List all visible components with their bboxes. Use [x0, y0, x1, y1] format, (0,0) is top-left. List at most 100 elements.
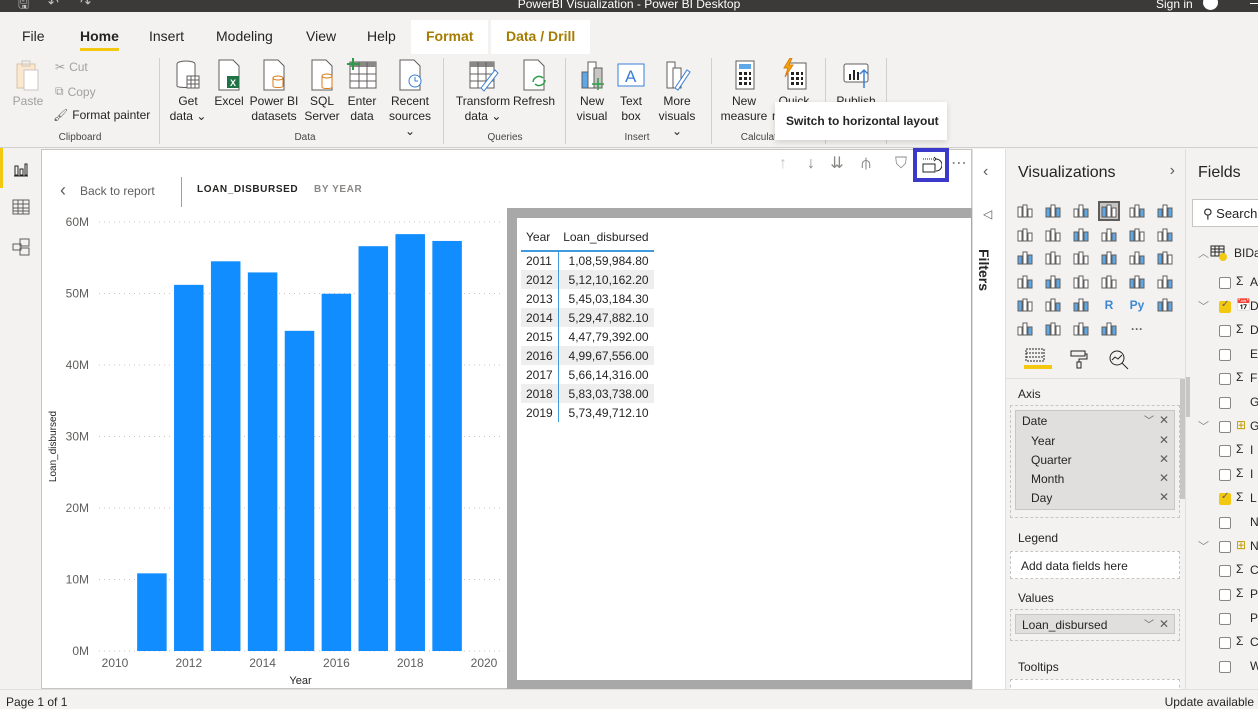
donut-visual-icon[interactable] — [1126, 248, 1148, 268]
legend-well[interactable]: Add data fields here — [1010, 551, 1180, 579]
multi-row-card-visual-icon[interactable] — [1126, 272, 1148, 292]
copy-button[interactable]: ⧉ Copy — [55, 84, 96, 99]
new-visual-button[interactable]: New visual — [574, 58, 610, 124]
chevron-up-icon[interactable]: ︿ — [1198, 245, 1209, 261]
waterfall-visual-icon[interactable] — [1014, 248, 1036, 268]
analytics-icon[interactable] — [1108, 349, 1130, 376]
chevron-down-icon[interactable]: ﹀ — [1144, 412, 1154, 427]
matrix-visual-icon[interactable] — [1070, 295, 1092, 315]
field-row[interactable]: ΣF — [1186, 369, 1258, 389]
area-visual-icon[interactable] — [1042, 225, 1064, 245]
field-row[interactable]: ΣI — [1186, 441, 1258, 461]
smart-narrative-visual-icon[interactable] — [1070, 319, 1092, 339]
chevron-right-icon[interactable]: › — [1170, 162, 1175, 180]
axis-subfield-quarter[interactable]: Quarter ✕ — [1016, 450, 1174, 469]
sql-server-button[interactable]: SQL Server — [303, 58, 341, 124]
update-available-link[interactable]: Update available — [1165, 695, 1254, 709]
field-checkbox[interactable] — [1219, 517, 1231, 529]
chevron-down-icon[interactable]: ﹀ — [1198, 538, 1209, 554]
field-row[interactable]: ΣA — [1186, 273, 1258, 293]
field-checkbox[interactable] — [1219, 565, 1231, 577]
drill-up-icon[interactable]: ↑ — [772, 154, 794, 176]
remove-icon[interactable]: ✕ — [1159, 471, 1169, 485]
power-bi-datasets-button[interactable]: Power BI datasets — [249, 58, 299, 124]
table-row[interactable]: 2011 1,08,59,984.80 — [521, 251, 654, 270]
tab-file[interactable]: File — [22, 28, 45, 44]
field-row[interactable]: ΣC — [1186, 633, 1258, 653]
table-row[interactable]: 2016 4,99,67,556.00 — [521, 346, 654, 365]
enter-data-button[interactable]: Enter data — [344, 58, 380, 124]
more-visual-icon[interactable]: ··· — [1126, 319, 1148, 339]
field-checkbox[interactable] — [1219, 277, 1231, 289]
remove-icon[interactable]: ✕ — [1159, 452, 1169, 466]
tab-modeling[interactable]: Modeling — [216, 28, 273, 44]
tab-data-drill[interactable]: Data / Drill — [491, 20, 591, 54]
axis-well[interactable]: Date ﹀ ✕ Year ✕ Quarter ✕ Month ✕ Day ✕ — [1010, 405, 1180, 518]
table-row[interactable]: 2018 5,83,03,738.00 — [521, 384, 654, 403]
paste-button[interactable]: Paste — [10, 58, 46, 109]
axis-subfield-month[interactable]: Month ✕ — [1016, 469, 1174, 488]
data-view-icon[interactable] — [12, 198, 30, 216]
field-row[interactable]: ﹀ ⊞ G — [1186, 417, 1258, 437]
new-measure-button[interactable]: New measure — [720, 58, 768, 124]
fields-tab-icon[interactable] — [1024, 347, 1052, 369]
format-painter-button[interactable]: 🖌 Format painter — [53, 108, 150, 122]
field-checkbox[interactable] — [1219, 613, 1231, 625]
line-clustered-column-visual-icon[interactable] — [1098, 225, 1120, 245]
python-visual-icon[interactable]: Py — [1126, 295, 1148, 315]
100-stacked-bar-visual-icon[interactable] — [1126, 201, 1148, 221]
field-row[interactable]: P — [1186, 609, 1258, 629]
field-checkbox[interactable] — [1219, 373, 1231, 385]
field-row[interactable]: N — [1186, 513, 1258, 533]
recent-sources-button[interactable]: Recent sources ⌄ — [384, 58, 436, 139]
field-row[interactable]: G — [1186, 393, 1258, 413]
table-visual-icon[interactable] — [1042, 295, 1064, 315]
remove-icon[interactable]: ✕ — [1159, 617, 1169, 631]
field-row[interactable]: ΣI — [1186, 465, 1258, 485]
axis-subfield-year[interactable]: Year ✕ — [1016, 431, 1174, 450]
map-visual-icon[interactable] — [1014, 272, 1036, 292]
report-view-icon[interactable] — [12, 160, 30, 178]
transform-data-button[interactable]: Transform data ⌄ — [454, 58, 512, 124]
column-header-year[interactable]: Year — [521, 226, 559, 252]
clustered-bar-visual-icon[interactable] — [1070, 201, 1092, 221]
cut-button[interactable]: ✂ Cut — [55, 60, 88, 74]
chevron-down-icon[interactable]: ﹀ — [1198, 298, 1209, 314]
refresh-button[interactable]: Refresh — [513, 58, 555, 109]
field-checkbox[interactable] — [1219, 541, 1231, 553]
model-view-icon[interactable] — [12, 238, 30, 256]
expand-hierarchy-icon[interactable]: ⫛ — [855, 154, 877, 176]
r-script-visual-icon[interactable]: R — [1098, 295, 1120, 315]
100-stacked-column-visual-icon[interactable] — [1154, 201, 1176, 221]
values-field-pill[interactable]: Loan_disbursed ﹀ ✕ — [1015, 614, 1175, 634]
funnel-visual-icon[interactable] — [1042, 248, 1064, 268]
sign-in-button[interactable]: Sign in — [1156, 0, 1193, 11]
field-checkbox[interactable] — [1219, 589, 1231, 601]
stacked-bar-visual-icon[interactable] — [1014, 201, 1036, 221]
stacked-area-visual-icon[interactable] — [1070, 225, 1092, 245]
table-row[interactable]: 2017 5,66,14,316.00 — [521, 365, 654, 384]
field-row[interactable]: ΣC — [1186, 561, 1258, 581]
back-to-report-button[interactable]: ‹ Back to report — [60, 180, 155, 201]
card-visual-icon[interactable] — [1098, 272, 1120, 292]
minimize-icon[interactable] — [1250, 3, 1258, 4]
more-visuals-button[interactable]: More visuals ⌄ — [652, 58, 702, 139]
ribbon-visual-icon[interactable] — [1154, 225, 1176, 245]
field-checkbox[interactable] — [1219, 325, 1231, 337]
next-level-icon[interactable]: ⇊ — [826, 154, 848, 176]
field-checkbox[interactable] — [1219, 397, 1231, 409]
filled-map-visual-icon[interactable] — [1042, 272, 1064, 292]
drill-down-icon[interactable]: ↓ — [800, 154, 822, 176]
tab-format[interactable]: Format — [411, 20, 489, 54]
switch-layout-button[interactable] — [913, 148, 949, 182]
chevron-left-icon[interactable]: ‹ — [983, 163, 988, 181]
tab-insert[interactable]: Insert — [149, 28, 184, 44]
chevron-down-icon[interactable]: ﹀ — [1144, 616, 1154, 631]
paginated-visual-icon[interactable] — [1098, 319, 1120, 339]
field-row[interactable]: ΣD — [1186, 321, 1258, 341]
remove-icon[interactable]: ✕ — [1159, 413, 1169, 427]
field-checkbox[interactable] — [1219, 469, 1231, 481]
get-data-button[interactable]: Get data ⌄ — [168, 58, 208, 124]
axis-field-pill[interactable]: Date ﹀ ✕ Year ✕ Quarter ✕ Month ✕ Day ✕ — [1015, 410, 1175, 510]
table-row[interactable]: 2014 5,29,47,882.10 — [521, 308, 654, 327]
